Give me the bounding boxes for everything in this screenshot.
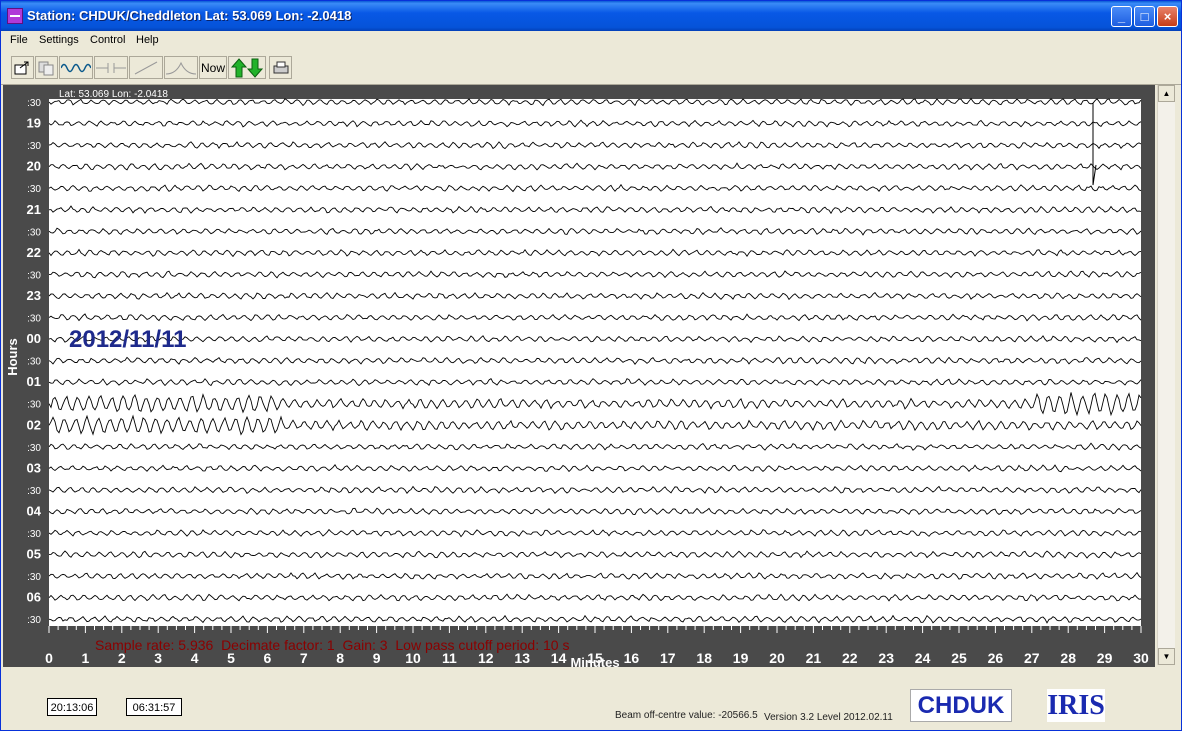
- scroll-down-button[interactable]: ▼: [1158, 648, 1175, 665]
- x-tick-label: 30: [1133, 650, 1149, 666]
- helicorder-svg: Lat: 53.069 Lon: -2.0418:3019:3020:3021:…: [3, 85, 1155, 670]
- row-label: :30: [27, 270, 41, 281]
- x-tick-label: 18: [696, 650, 712, 666]
- x-tick-label: 14: [551, 650, 567, 666]
- now-button[interactable]: Now: [199, 56, 227, 79]
- x-tick-label: 24: [915, 650, 931, 666]
- x-tick-label: 22: [842, 650, 858, 666]
- row-label: 23: [27, 288, 41, 303]
- x-tick-label: 25: [951, 650, 967, 666]
- status-area: 20:13:06 06:31:57 Beam off-centre value:…: [1, 667, 1181, 730]
- app-icon: [7, 8, 23, 24]
- x-tick-label: 12: [478, 650, 494, 666]
- x-tick-label: 10: [405, 650, 421, 666]
- x-tick-label: 7: [300, 650, 308, 666]
- menu-help[interactable]: Help: [136, 34, 159, 46]
- row-label: :30: [27, 314, 41, 325]
- start-time-field[interactable]: 20:13:06: [47, 698, 97, 716]
- chduk-logo: CHDUK: [910, 689, 1012, 722]
- settings-status-line: Sample rate: 5.936 Decimate factor: 1 Ga…: [95, 637, 569, 653]
- row-label: 03: [27, 460, 41, 475]
- peak-icon[interactable]: [164, 56, 198, 79]
- row-label: 04: [27, 503, 42, 518]
- x-tick-label: 8: [336, 650, 344, 666]
- row-label: :30: [27, 400, 41, 411]
- x-tick-label: 26: [988, 650, 1004, 666]
- menu-settings[interactable]: Settings: [39, 34, 79, 46]
- waveform-icon[interactable]: [59, 56, 93, 79]
- row-label: :30: [27, 141, 41, 152]
- x-tick-label: 17: [660, 650, 676, 666]
- x-tick-label: 21: [806, 650, 822, 666]
- maximize-button[interactable]: □: [1134, 6, 1155, 27]
- x-tick-label: 4: [191, 650, 199, 666]
- x-tick-label: 1: [82, 650, 90, 666]
- date-label: 2012/11/11: [69, 326, 186, 353]
- row-label: :30: [27, 572, 41, 583]
- row-label: 02: [27, 417, 41, 432]
- open-icon[interactable]: [11, 56, 34, 79]
- menu-bar: File Settings Control Help: [1, 31, 1181, 50]
- row-label: :30: [27, 443, 41, 454]
- row-label: 22: [27, 245, 41, 260]
- close-button[interactable]: ×: [1157, 6, 1178, 27]
- filter-icon[interactable]: [94, 56, 128, 79]
- x-tick-label: 0: [45, 650, 53, 666]
- seismogram-plot[interactable]: Lat: 53.069 Lon: -2.0418:30 19:30 20:30 21:…: [3, 85, 1155, 670]
- row-label: 21: [27, 202, 41, 217]
- row-label: :30: [27, 615, 41, 626]
- row-label: :30: [27, 227, 41, 238]
- x-tick-label: 19: [733, 650, 749, 666]
- y-axis-title: Hours: [5, 338, 20, 376]
- x-tick-label: 23: [878, 650, 894, 666]
- version-label: Version 3.2 Level 2012.02.11: [764, 712, 893, 723]
- row-label: :30: [27, 357, 41, 368]
- x-tick-label: 5: [227, 650, 235, 666]
- beam-offset-label: Beam off-centre value: -20566.5: [615, 710, 758, 721]
- scroll-up-button[interactable]: ▲: [1158, 85, 1175, 102]
- latlon-label: Lat: 53.069 Lon: -2.0418: [59, 89, 168, 100]
- x-tick-label: 3: [154, 650, 162, 666]
- up-down-arrows-icon[interactable]: [228, 56, 266, 79]
- x-tick-label: 28: [1060, 650, 1076, 666]
- copy-icon[interactable]: [35, 56, 58, 79]
- row-label: 20: [27, 159, 41, 174]
- iris-logo: IRIS: [1047, 689, 1105, 722]
- x-tick-label: 2: [118, 650, 126, 666]
- slope-icon[interactable]: [129, 56, 163, 79]
- row-label: 00: [27, 331, 41, 346]
- window-title: Station: CHDUK/Cheddleton Lat: 53.069 Lo…: [27, 8, 352, 23]
- row-label: :30: [27, 184, 41, 195]
- end-time-field[interactable]: 06:31:57: [126, 698, 182, 716]
- row-label: 05: [27, 547, 41, 562]
- x-tick-label: 13: [514, 650, 530, 666]
- x-tick-label: 16: [624, 650, 640, 666]
- main-window: Station: CHDUK/Cheddleton Lat: 53.069 Lo…: [0, 0, 1182, 731]
- x-tick-label: 11: [442, 650, 457, 666]
- row-label: :30: [27, 98, 41, 109]
- row-label: :30: [27, 486, 41, 497]
- row-label: :30: [27, 529, 41, 540]
- toolbar: Now: [1, 51, 1181, 85]
- row-label: 01: [27, 374, 41, 389]
- x-tick-label: 6: [264, 650, 272, 666]
- minimize-button[interactable]: _: [1111, 6, 1132, 27]
- menu-file[interactable]: File: [10, 34, 28, 46]
- vertical-scrollbar[interactable]: ▲ ▼: [1157, 85, 1175, 665]
- x-tick-label: 29: [1097, 650, 1113, 666]
- x-axis-title: Minutes: [570, 655, 619, 667]
- row-label: 06: [27, 590, 41, 605]
- print-icon[interactable]: [269, 56, 292, 79]
- x-tick-label: 20: [769, 650, 785, 666]
- menu-control[interactable]: Control: [90, 34, 125, 46]
- x-tick-label: 9: [373, 650, 381, 666]
- title-bar[interactable]: Station: CHDUK/Cheddleton Lat: 53.069 Lo…: [1, 1, 1181, 31]
- row-label: 19: [27, 116, 41, 131]
- x-tick-label: 27: [1024, 650, 1040, 666]
